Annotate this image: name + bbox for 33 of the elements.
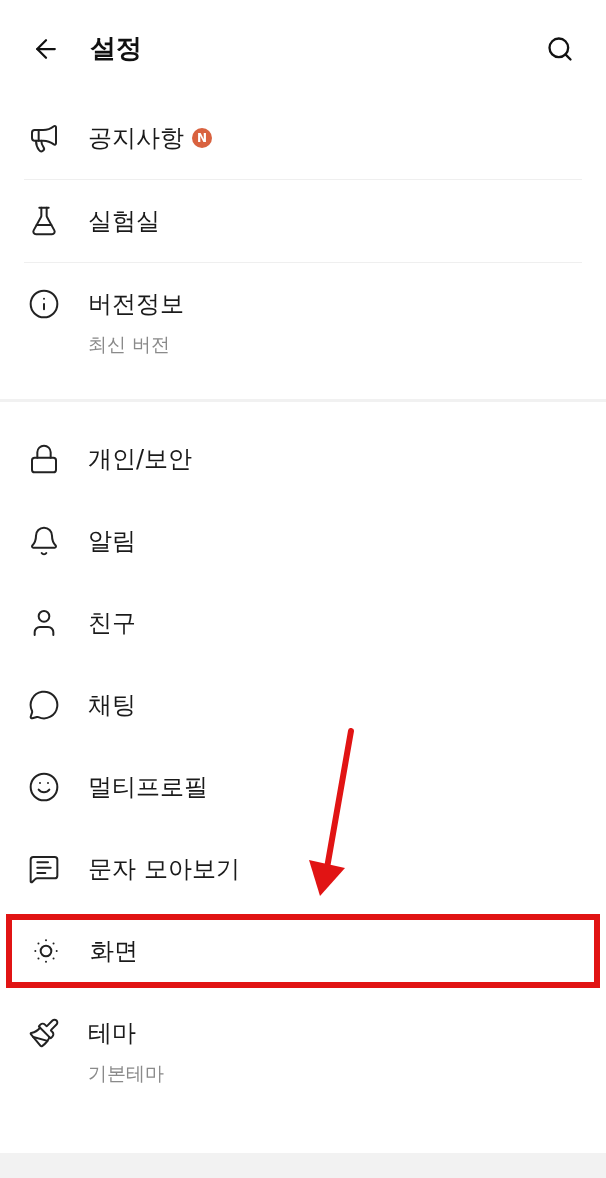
speech-bubble-icon (28, 689, 60, 721)
settings-item[interactable]: 알림 (0, 500, 606, 582)
message-icon (28, 853, 60, 885)
item-label: 테마 (88, 1018, 136, 1049)
settings-item[interactable]: 버전정보 최신 버전 (0, 263, 606, 399)
settings-item[interactable]: 테마 기본테마 (0, 992, 606, 1128)
settings-item[interactable]: 화면 (2, 910, 604, 992)
item-label: 실험실 (88, 206, 160, 237)
info-icon (28, 288, 60, 320)
brush-icon (28, 1017, 60, 1049)
megaphone-icon (28, 122, 60, 154)
item-label: 공지사항 (88, 123, 184, 154)
lock-icon (28, 443, 60, 475)
settings-item[interactable]: 개인/보안 (0, 418, 606, 500)
item-subtitle: 최신 버전 (88, 332, 172, 357)
item-label: 멀티프로필 (88, 772, 208, 803)
settings-item[interactable]: 친구 (0, 582, 606, 664)
settings-item[interactable]: 멀티프로필 (0, 746, 606, 828)
settings-item[interactable]: 문자 모아보기 (0, 828, 606, 910)
new-badge: N (192, 128, 212, 148)
item-label: 알림 (88, 526, 136, 557)
item-label: 화면 (90, 936, 138, 967)
item-label: 친구 (88, 608, 136, 639)
page-title: 설정 (90, 32, 142, 65)
settings-item[interactable]: 채팅 (0, 664, 606, 746)
item-label: 문자 모아보기 (88, 854, 240, 885)
settings-item[interactable]: 실험실 (0, 180, 606, 262)
settings-item[interactable]: 공지사항 N (0, 97, 606, 179)
item-subtitle: 기본테마 (88, 1061, 164, 1086)
item-label: 채팅 (88, 690, 136, 721)
item-label: 개인/보안 (88, 444, 193, 475)
item-label: 버전정보 (88, 289, 184, 320)
bell-icon (28, 525, 60, 557)
